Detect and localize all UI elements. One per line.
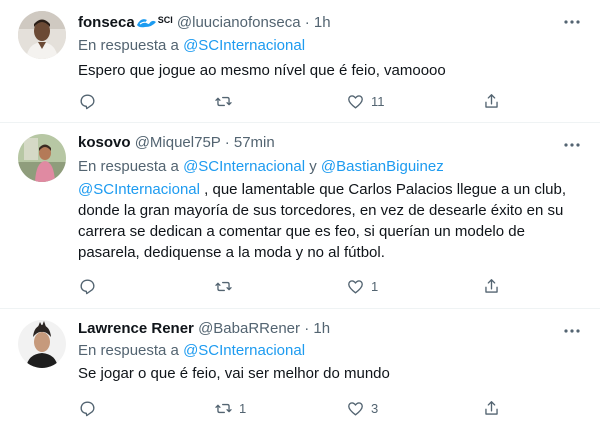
retweet-button[interactable] [214,90,233,112]
retweet-icon [215,403,232,413]
like-icon [348,401,363,416]
reply-icon [80,278,95,294]
tweet[interactable]: kosovo @Miquel75P · 57min En respuesta a… [0,123,600,308]
tweet-time[interactable]: 1h [313,320,330,337]
mention-link[interactable]: @SCInternacional [78,181,200,198]
tweet[interactable]: fonseca SCI @luucianofonseca · 1h En resp… [0,0,600,123]
separator-dot: · [224,134,230,151]
tweet-text-fragment: , que lamentable que Carlos Palacios lle… [199,181,567,198]
tweet-text-line: donde la gran mayoría de sus torcedores,… [78,202,564,219]
tweet-text-line: carrera se dedican a comentar que es feo… [78,223,525,240]
avatar[interactable] [18,320,66,368]
like-button[interactable]: 1 [346,275,378,297]
user-handle[interactable]: @luucianofonseca [177,14,301,31]
like-count: 1 [371,278,379,294]
mention-link[interactable]: @SCInternacional [183,342,305,359]
share-button[interactable] [482,397,501,419]
user-handle[interactable]: @Miquel75P [135,134,221,151]
reply-context: En respuesta a @SCInternacional [78,341,305,361]
mention-link[interactable]: @BastianBiguinez [321,158,444,175]
like-count: 11 [371,93,385,109]
reply-context: En respuesta a @SCInternacional y @Basti… [78,157,444,177]
tweet-header: fonseca SCI @luucianofonseca · 1h [78,10,331,33]
avatar[interactable] [18,134,66,182]
tweet-actions: 1 [78,275,508,297]
reply-prefix: En respuesta a [78,158,179,175]
like-button[interactable]: 11 [346,90,385,112]
retweet-icon [215,96,232,106]
separator-dot: · [304,320,310,337]
display-name[interactable]: fonseca [78,14,135,31]
like-icon [348,279,363,294]
avatar[interactable] [18,11,66,59]
share-icon [485,93,498,108]
tweet-time[interactable]: 57min [234,134,275,151]
reply-joiner: y [309,158,317,175]
like-count: 3 [371,400,379,416]
retweet-count: 1 [239,400,247,416]
tweet-text-line: @SCInternacional , que lamentable que Ca… [78,179,578,200]
reply-button[interactable] [78,397,97,419]
reply-icon [80,93,95,109]
tweet-time[interactable]: 1h [314,14,331,31]
retweet-button[interactable] [214,275,233,297]
avatar-photo [18,320,66,368]
share-button[interactable] [482,90,501,112]
tweet-actions: 1 3 [78,397,508,419]
more-icon[interactable] [562,12,582,32]
separator-dot: · [304,14,310,31]
like-icon [348,94,363,109]
avatar-photo [18,134,66,182]
reply-icon [80,400,95,416]
tweet-text-line: pasarela, dediquense a la moda y no al f… [78,244,385,261]
mention-link[interactable]: @SCInternacional [183,158,305,175]
reply-prefix: En respuesta a [78,37,179,54]
tweet-text: Se jogar o que é feio, vai ser melhor do… [78,365,390,382]
share-icon [485,400,498,415]
like-button[interactable]: 3 [346,397,378,419]
display-name[interactable]: kosovo [78,134,131,151]
more-icon[interactable] [562,135,582,155]
reply-button[interactable] [78,275,97,297]
avatar-photo [18,11,66,59]
reply-button[interactable] [78,90,97,112]
share-button[interactable] [482,275,501,297]
tweet-header: Lawrence Rener @BabaRRener · 1h [78,319,330,339]
reply-prefix: En respuesta a [78,342,179,359]
more-icon[interactable] [562,321,582,341]
tweet-actions: 11 [78,90,508,112]
sci-badge: SCI [157,15,173,25]
retweet-button[interactable]: 1 [214,397,246,419]
share-icon [485,278,498,293]
tweet[interactable]: Lawrence Rener @BabaRRener · 1h En respu… [0,309,600,429]
tweet-header: kosovo @Miquel75P · 57min [78,133,275,153]
tweet-text: @SCInternacional , que lamentable que Ca… [78,179,578,263]
sci-logo-icon [135,14,158,31]
retweet-icon [215,281,232,291]
user-handle[interactable]: @BabaRRener [198,320,300,337]
reply-context: En respuesta a @SCInternacional [78,36,305,56]
display-name[interactable]: Lawrence Rener [78,320,194,337]
mention-link[interactable]: @SCInternacional [183,37,305,54]
tweet-text: Espero que jogue ao mesmo nível que é fe… [78,62,446,79]
